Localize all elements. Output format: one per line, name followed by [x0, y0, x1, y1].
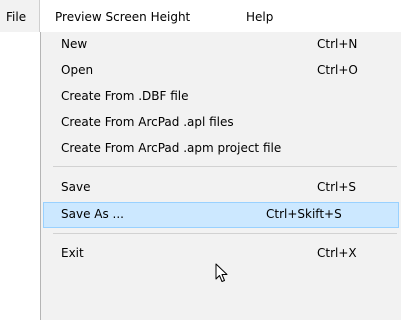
- menu-item-create-from-dbf[interactable]: Create From .DBF file: [41, 84, 401, 110]
- menu-item-label: Exit: [61, 246, 84, 260]
- menu-item-shortcut: Ctrl+N: [317, 37, 358, 51]
- menu-item-label: Create From ArcPad .apl files: [61, 115, 234, 129]
- menu-bar: File Preview Screen Height Help: [0, 0, 401, 32]
- menu-separator: [53, 233, 397, 234]
- menu-item-save-as[interactable]: Save As ... Ctrl+Skift+S: [43, 202, 399, 228]
- menu-item-shortcut: Ctrl+O: [317, 63, 358, 77]
- menu-item-create-from-apm[interactable]: Create From ArcPad .apm project file: [41, 136, 401, 162]
- mouse-pointer-icon: [215, 263, 228, 282]
- menu-preview-screen-height[interactable]: Preview Screen Height: [55, 10, 190, 24]
- menu-separator: [53, 166, 397, 167]
- menu-file-label: File: [6, 10, 27, 24]
- menu-item-open[interactable]: Open Ctrl+O: [41, 58, 401, 84]
- menu-item-label: New: [61, 37, 88, 51]
- menu-item-save[interactable]: Save Ctrl+S: [41, 175, 401, 201]
- menu-item-shortcut: Ctrl+S: [317, 180, 357, 194]
- menu-help[interactable]: Help: [246, 10, 273, 24]
- menu-file[interactable]: File: [0, 0, 40, 32]
- menu-item-label: Create From ArcPad .apm project file: [61, 141, 282, 155]
- menu-item-shortcut: Ctrl+X: [317, 246, 357, 260]
- menu-item-shortcut: Ctrl+Skift+S: [266, 207, 342, 221]
- menu-item-label: Open: [61, 63, 94, 77]
- menu-item-label: Save: [61, 180, 91, 194]
- menu-item-label: Save As ...: [61, 207, 124, 221]
- menu-item-create-from-apl[interactable]: Create From ArcPad .apl files: [41, 110, 401, 136]
- menu-item-new[interactable]: New Ctrl+N: [41, 32, 401, 58]
- menu-item-label: Create From .DBF file: [61, 89, 189, 103]
